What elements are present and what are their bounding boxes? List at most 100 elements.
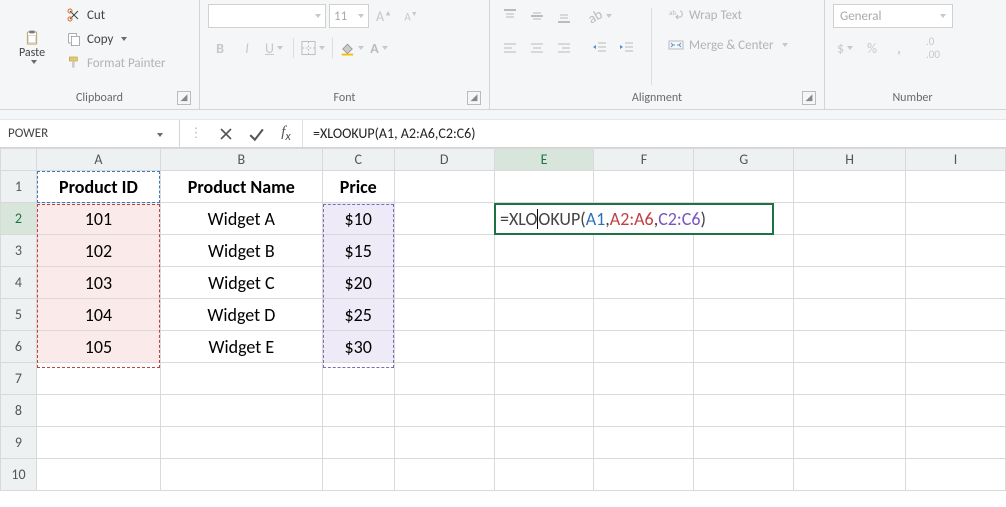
orientation-button[interactable]: ab: [588, 4, 612, 28]
cell-F3[interactable]: [594, 235, 694, 267]
merge-center-button[interactable]: Merge & Center: [664, 34, 792, 56]
number-format-select[interactable]: General: [833, 4, 953, 28]
row-header-7[interactable]: 7: [1, 363, 37, 395]
font-name-select[interactable]: [208, 4, 326, 28]
paste-button[interactable]: Paste: [8, 4, 56, 89]
cut-button[interactable]: Cut: [62, 4, 170, 26]
col-header-A[interactable]: A: [36, 149, 160, 171]
cell-I6[interactable]: [906, 331, 1006, 363]
cell-B8[interactable]: [160, 395, 322, 427]
cell-I7[interactable]: [906, 363, 1006, 395]
cell-D9[interactable]: [394, 427, 494, 459]
cell-I2[interactable]: [906, 203, 1006, 235]
cell-F4[interactable]: [594, 267, 694, 299]
cell-E3[interactable]: [494, 235, 594, 267]
cell-F10[interactable]: [594, 459, 694, 491]
align-center-button[interactable]: [525, 36, 549, 60]
cell-G6[interactable]: [694, 331, 794, 363]
cell-A4[interactable]: 103: [36, 267, 160, 299]
cell-C3[interactable]: $15: [322, 235, 394, 267]
cell-E4[interactable]: [494, 267, 594, 299]
cell-H2[interactable]: [794, 203, 906, 235]
cell-B5[interactable]: Widget D: [160, 299, 322, 331]
cell-F7[interactable]: [594, 363, 694, 395]
select-all-corner[interactable]: [1, 149, 37, 171]
row-header-1[interactable]: 1: [1, 171, 37, 203]
cell-E1[interactable]: [494, 171, 594, 203]
increase-indent-button[interactable]: [615, 36, 639, 60]
col-header-C[interactable]: C: [322, 149, 394, 171]
cell-H4[interactable]: [794, 267, 906, 299]
cell-H3[interactable]: [794, 235, 906, 267]
cell-F5[interactable]: [594, 299, 694, 331]
cell-I8[interactable]: [906, 395, 1006, 427]
row-header-3[interactable]: 3: [1, 235, 37, 267]
cell-G1[interactable]: [694, 171, 794, 203]
cell-D8[interactable]: [394, 395, 494, 427]
font-dialog-launcher[interactable]: ◢: [467, 91, 481, 105]
bold-button[interactable]: B: [208, 36, 232, 60]
clipboard-dialog-launcher[interactable]: ◢: [177, 91, 191, 105]
row-header-8[interactable]: 8: [1, 395, 37, 427]
accounting-format-button[interactable]: $: [833, 36, 857, 60]
cell-G5[interactable]: [694, 299, 794, 331]
font-size-select[interactable]: 11: [329, 4, 369, 28]
cell-H9[interactable]: [794, 427, 906, 459]
cell-E10[interactable]: [494, 459, 594, 491]
format-painter-button[interactable]: Format Painter: [62, 52, 170, 74]
cell-C7[interactable]: [322, 363, 394, 395]
cell-C1[interactable]: Price: [322, 171, 394, 203]
col-header-F[interactable]: F: [594, 149, 694, 171]
col-header-I[interactable]: I: [906, 149, 1006, 171]
cell-I9[interactable]: [906, 427, 1006, 459]
cell-D1[interactable]: [394, 171, 494, 203]
cell-B3[interactable]: Widget B: [160, 235, 322, 267]
align-top-button[interactable]: [498, 4, 522, 28]
cell-E9[interactable]: [494, 427, 594, 459]
col-header-E[interactable]: E: [494, 149, 594, 171]
cell-I4[interactable]: [906, 267, 1006, 299]
cell-G4[interactable]: [694, 267, 794, 299]
row-header-6[interactable]: 6: [1, 331, 37, 363]
cell-B10[interactable]: [160, 459, 322, 491]
col-header-D[interactable]: D: [394, 149, 494, 171]
percent-format-button[interactable]: %: [860, 36, 884, 60]
cell-F9[interactable]: [594, 427, 694, 459]
cell-E6[interactable]: [494, 331, 594, 363]
row-header-2[interactable]: 2: [1, 203, 37, 235]
cell-A3[interactable]: 102: [36, 235, 160, 267]
cell-A5[interactable]: 104: [36, 299, 160, 331]
alignment-dialog-launcher[interactable]: ◢: [802, 91, 816, 105]
name-box-dropdown[interactable]: [150, 126, 166, 141]
cell-D10[interactable]: [394, 459, 494, 491]
cell-H5[interactable]: [794, 299, 906, 331]
cell-G7[interactable]: [694, 363, 794, 395]
cell-D4[interactable]: [394, 267, 494, 299]
align-middle-button[interactable]: [525, 4, 549, 28]
cell-B1[interactable]: Product Name: [160, 171, 322, 203]
cell-H8[interactable]: [794, 395, 906, 427]
copy-button[interactable]: Copy: [62, 28, 170, 50]
cancel-button[interactable]: [216, 124, 236, 144]
cell-D3[interactable]: [394, 235, 494, 267]
cell-H10[interactable]: [794, 459, 906, 491]
cell-A6[interactable]: 105: [36, 331, 160, 363]
align-bottom-button[interactable]: [552, 4, 576, 28]
cell-D5[interactable]: [394, 299, 494, 331]
cell-B9[interactable]: [160, 427, 322, 459]
cell-I10[interactable]: [906, 459, 1006, 491]
col-header-G[interactable]: G: [694, 149, 794, 171]
cell-E7[interactable]: [494, 363, 594, 395]
cell-F6[interactable]: [594, 331, 694, 363]
cell-E5[interactable]: [494, 299, 594, 331]
cell-B2[interactable]: Widget A: [160, 203, 322, 235]
name-box[interactable]: [0, 126, 150, 141]
cell-F8[interactable]: [594, 395, 694, 427]
col-header-B[interactable]: B: [160, 149, 322, 171]
cell-F1[interactable]: [594, 171, 694, 203]
cell-D2[interactable]: [394, 203, 494, 235]
italic-button[interactable]: I: [235, 36, 259, 60]
cell-A9[interactable]: [36, 427, 160, 459]
cell-D6[interactable]: [394, 331, 494, 363]
cell-H7[interactable]: [794, 363, 906, 395]
